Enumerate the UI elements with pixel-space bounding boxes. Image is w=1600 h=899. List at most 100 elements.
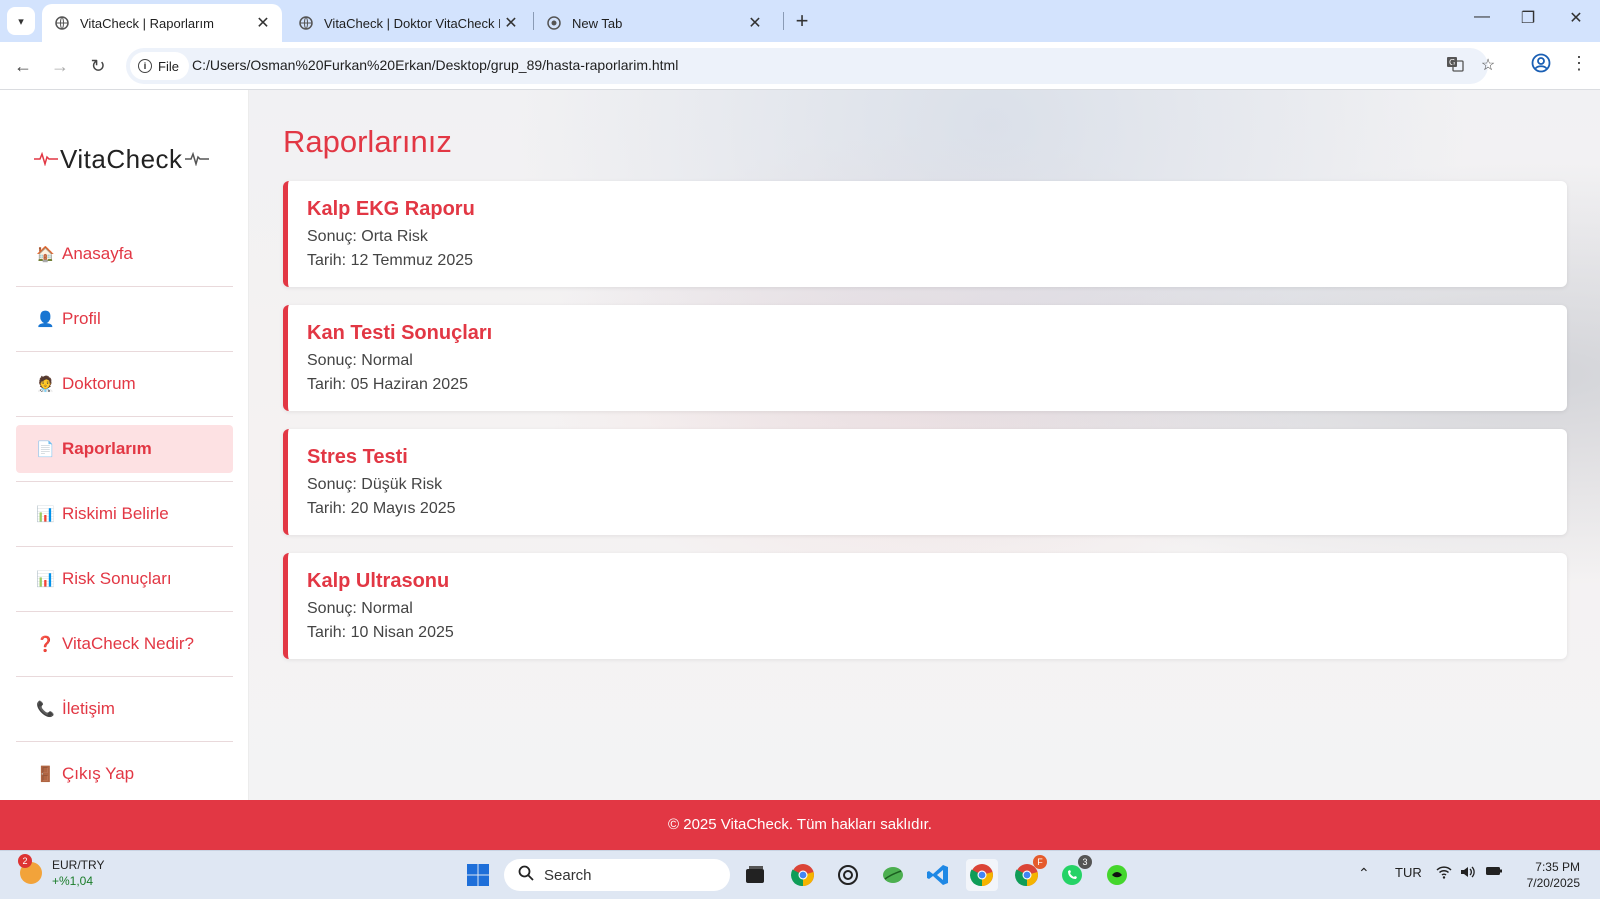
doctor-icon: 🧑‍⚕️ xyxy=(36,376,55,393)
chart-icon: 📊 xyxy=(36,571,55,588)
volume-icon[interactable] xyxy=(1460,865,1476,882)
vitacheck-logo[interactable]: VitaCheck xyxy=(34,142,216,176)
sidebar-item-8[interactable]: 🚪 Çıkış Yap xyxy=(16,750,233,798)
user-icon: 👤 xyxy=(36,311,55,328)
report-card[interactable]: Kalp Ultrasonu Sonuç: Normal Tarih: 10 Nis… xyxy=(283,553,1567,659)
url-text[interactable]: C:/Users/Osman%20Furkan%20Erkan/Desktop/… xyxy=(192,57,678,73)
profile-icon[interactable] xyxy=(1528,53,1554,79)
page-title: Raporlarınız xyxy=(283,124,452,159)
phone-icon: 📞 xyxy=(36,701,55,718)
main-content: Raporlarınız Kalp EKG Raporu Sonuç: Orta … xyxy=(249,90,1600,800)
close-window-icon[interactable]: ✕ xyxy=(1561,8,1591,28)
sidebar-nav: 🏠 Anasayfa 👤 Profil 🧑‍⚕️ Doktorum 📄 Raporlarım 📊… xyxy=(16,230,233,800)
tab-title: VitaCheck | Raporlarım xyxy=(80,15,214,31)
web-page: VitaCheck 🏠 Anasayfa 👤 Profil 🧑‍⚕️ Doktorum 📄 R… xyxy=(0,90,1600,800)
logo-text: VitaCheck xyxy=(60,143,183,174)
browser-toolbar: ← → ↻ i File C:/Users/Osman%20Furkan%20E… xyxy=(0,42,1600,90)
question-icon: ❓ xyxy=(36,636,55,653)
tab-search-button[interactable]: ▾ xyxy=(7,7,35,35)
heartbeat-icon xyxy=(184,152,209,166)
sidebar: VitaCheck 🏠 Anasayfa 👤 Profil 🧑‍⚕️ Doktorum 📄 R… xyxy=(0,90,249,800)
report-card[interactable]: Kan Testi Sonuçları Sonuç: Normal Tarih: 0… xyxy=(283,305,1567,411)
report-result: Sonuç: Normal xyxy=(307,600,413,617)
reload-icon[interactable]: ↻ xyxy=(84,52,112,80)
language-indicator[interactable]: TUR xyxy=(1395,865,1422,880)
sidebar-item-label: Raporlarım xyxy=(62,439,152,458)
report-date: Tarih: 12 Temmuz 2025 xyxy=(307,252,474,269)
minimize-icon[interactable]: — xyxy=(1467,8,1497,26)
report-result: Sonuç: Normal xyxy=(307,352,413,369)
close-icon[interactable]: ✕ xyxy=(744,13,766,33)
back-arrow-icon[interactable]: ← xyxy=(9,52,37,80)
sidebar-item-4[interactable]: 📊 Riskimi Belirle xyxy=(16,490,233,547)
chart-icon: 📊 xyxy=(36,506,55,523)
chrome-profile-icon[interactable]: F xyxy=(1011,855,1047,891)
vscode-icon[interactable] xyxy=(922,859,954,891)
sidebar-item-1[interactable]: 👤 Profil xyxy=(16,295,233,352)
sidebar-item-5[interactable]: 📊 Risk Sonuçları xyxy=(16,555,233,612)
tab-doktor[interactable]: VitaCheck | Doktor VitaCheck N ✕ xyxy=(286,4,530,42)
restore-icon[interactable]: ❐ xyxy=(1513,8,1543,28)
close-icon[interactable]: ✕ xyxy=(252,13,274,33)
chrome-icon[interactable] xyxy=(787,859,819,891)
search-placeholder: Search xyxy=(544,866,592,884)
wifi-icon[interactable] xyxy=(1436,865,1452,882)
sidebar-item-3[interactable]: 📄 Raporlarım xyxy=(16,425,233,482)
weather-icon: 2 xyxy=(18,854,42,884)
tab-title: VitaCheck | Doktor VitaCheck N xyxy=(324,15,500,31)
sidebar-item-2[interactable]: 🧑‍⚕️ Doktorum xyxy=(16,360,233,417)
globe-icon xyxy=(298,15,314,31)
taskbar-search[interactable]: Search xyxy=(504,859,730,891)
leaf-app-icon[interactable] xyxy=(877,859,909,891)
profile-badge: F xyxy=(1033,855,1047,869)
battery-icon[interactable] xyxy=(1485,865,1503,880)
sidebar-item-7[interactable]: 📞 İletişim xyxy=(16,685,233,742)
address-bar[interactable]: i File C:/Users/Osman%20Furkan%20Erkan/D… xyxy=(126,48,1495,84)
document-icon: 📄 xyxy=(36,441,55,458)
report-title: Kalp EKG Raporu xyxy=(307,198,475,220)
report-date: Tarih: 05 Haziran 2025 xyxy=(307,376,468,393)
whatsapp-badge: 3 xyxy=(1078,855,1092,869)
task-view-icon[interactable] xyxy=(739,859,771,891)
currency-pair: EUR/TRY xyxy=(52,858,105,872)
chevron-up-icon[interactable]: ⌃ xyxy=(1358,865,1370,882)
chrome-active-icon[interactable] xyxy=(966,859,998,891)
windows-start-icon[interactable] xyxy=(462,859,494,891)
report-card[interactable]: Stres Testi Sonuç: Düşük Risk Tarih: 20 Ma… xyxy=(283,429,1567,535)
menu-kebab-icon[interactable]: ⋮ xyxy=(1566,53,1592,79)
translate-icon[interactable]: G xyxy=(1444,55,1466,78)
bookmark-star-icon[interactable]: ☆ xyxy=(1477,55,1499,75)
razer-icon[interactable] xyxy=(1101,859,1133,891)
globe-icon xyxy=(54,15,70,31)
info-icon: i xyxy=(138,59,152,73)
sidebar-item-6[interactable]: ❓ VitaCheck Nedir? xyxy=(16,620,233,677)
site-info-chip[interactable]: i File xyxy=(130,52,189,80)
report-title: Kalp Ultrasonu xyxy=(307,570,450,592)
clock-time: 7:35 PM xyxy=(1535,860,1580,874)
report-card[interactable]: Kalp EKG Raporu Sonuç: Orta Risk Tarih: 12… xyxy=(283,181,1567,287)
sidebar-item-label: Doktorum xyxy=(62,374,136,393)
currency-change: +%1,04 xyxy=(52,874,94,888)
tab-title: New Tab xyxy=(572,15,623,31)
report-result: Sonuç: Orta Risk xyxy=(307,228,428,245)
report-list: Kalp EKG Raporu Sonuç: Orta Risk Tarih: 12… xyxy=(283,181,1567,677)
footer: © 2025 VitaCheck. Tüm hakları saklıdır. xyxy=(0,800,1600,850)
report-title: Kan Testi Sonuçları xyxy=(307,322,493,344)
sidebar-item-label: VitaCheck Nedir? xyxy=(62,634,194,653)
forward-arrow-icon[interactable]: → xyxy=(46,52,74,80)
widgets-button[interactable]: 2 EUR/TRY +%1,04 xyxy=(18,854,105,889)
chatgpt-icon[interactable] xyxy=(832,859,864,891)
sidebar-item-label: Anasayfa xyxy=(62,244,133,263)
report-result: Sonuç: Düşük Risk xyxy=(307,476,443,493)
browser-tab-bar: ▾ VitaCheck | Raporlarım ✕ VitaCheck | D… xyxy=(0,0,1600,42)
report-date: Tarih: 10 Nisan 2025 xyxy=(307,624,454,641)
whatsapp-icon[interactable]: 3 xyxy=(1056,855,1092,891)
new-tab-button[interactable]: + xyxy=(789,8,815,34)
tab-raporlarim[interactable]: VitaCheck | Raporlarım ✕ xyxy=(42,4,282,42)
sidebar-item-0[interactable]: 🏠 Anasayfa xyxy=(16,230,233,287)
tab-new-tab[interactable]: New Tab ✕ xyxy=(534,4,774,42)
system-clock[interactable]: 7:35 PM 7/20/2025 xyxy=(1516,859,1580,891)
svg-text:G: G xyxy=(1449,58,1455,67)
sidebar-item-label: Profil xyxy=(62,309,101,328)
close-icon[interactable]: ✕ xyxy=(500,13,522,33)
